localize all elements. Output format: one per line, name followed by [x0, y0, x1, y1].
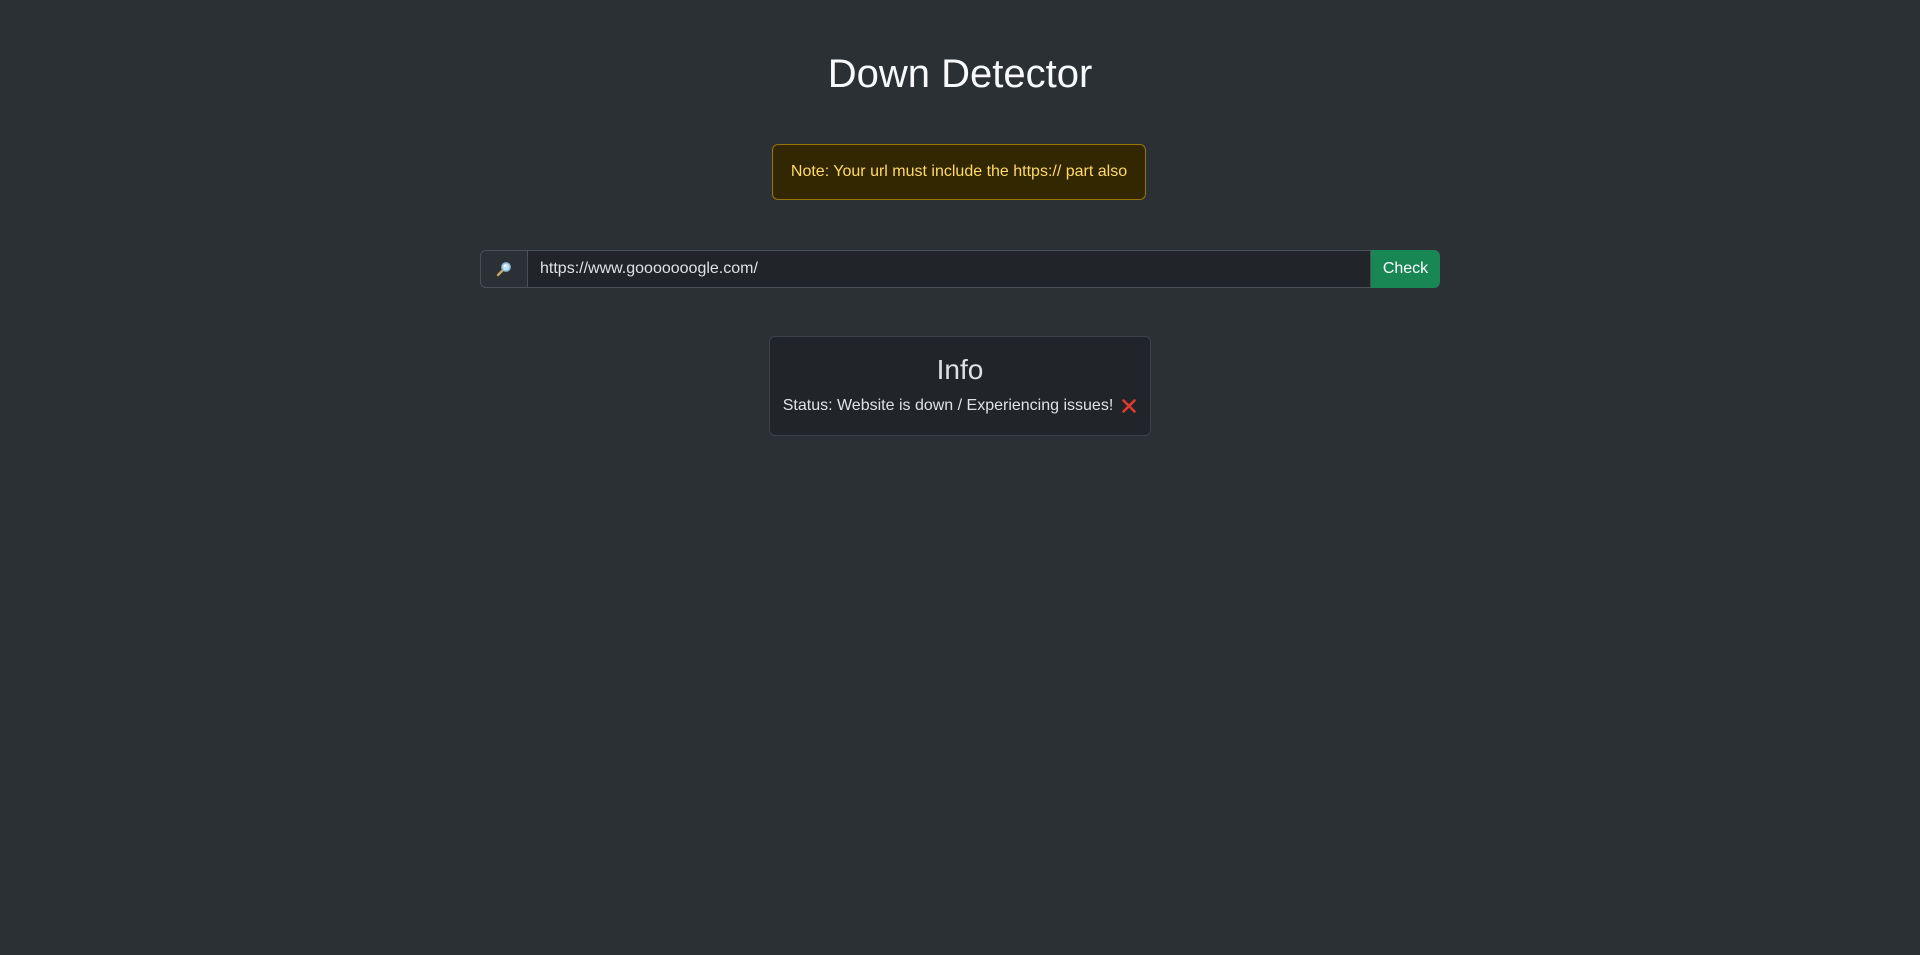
page-title: Down Detector	[827, 52, 1093, 96]
status-line: Status: Website is down / Experiencing i…	[770, 397, 1150, 415]
url-input[interactable]	[527, 250, 1371, 288]
magnifying-glass-icon	[480, 250, 527, 288]
url-input-group: Check	[480, 250, 1440, 288]
info-title: Info	[936, 354, 984, 385]
warning-note-text: Note: Your url must include the https://…	[790, 163, 1128, 180]
status-text: Status: Website is down / Experiencing i…	[782, 397, 1114, 414]
check-button[interactable]: Check	[1371, 250, 1440, 288]
warning-note: Note: Your url must include the https://…	[772, 144, 1146, 200]
info-card: Info Status: Website is down / Experienc…	[769, 336, 1151, 436]
red-x-icon	[1121, 398, 1137, 414]
page: Down Detector Note: Your url must includ…	[0, 0, 1920, 955]
